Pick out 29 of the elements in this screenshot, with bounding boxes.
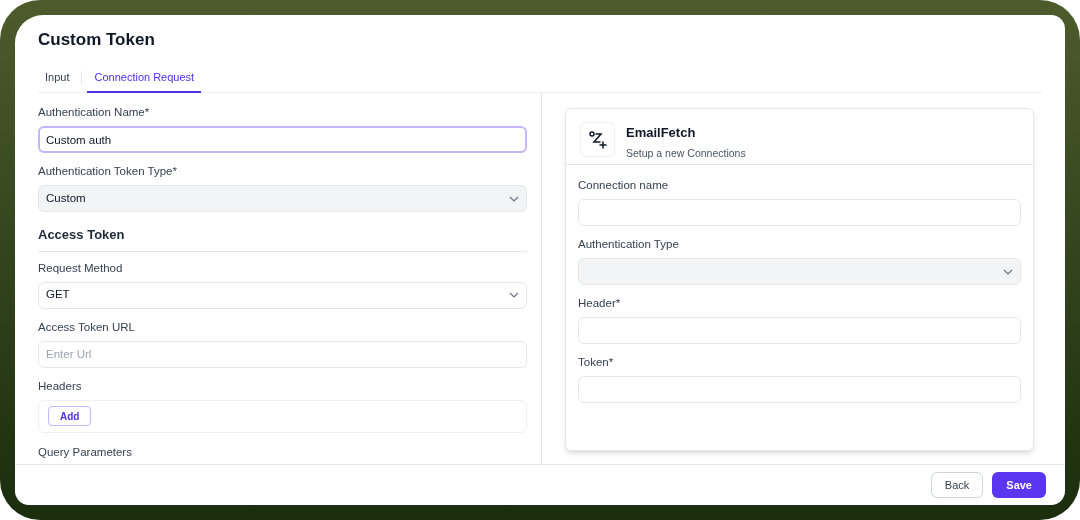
section-heading: Access Token [38, 226, 126, 244]
add-button[interactable]: Add [48, 406, 92, 426]
chevron-down-icon [509, 195, 519, 202]
card-subtitle: Setup a new Connections [626, 146, 746, 160]
field-label: Query Parameters [38, 444, 133, 459]
card-title: EmailFetch [626, 124, 697, 142]
field-label: Authentication Name* [38, 105, 151, 119]
text-field[interactable]: Enter Url [38, 340, 527, 368]
chevron-down-icon [1003, 268, 1013, 275]
field-label: Headers [38, 378, 83, 393]
text-field[interactable]: Custom auth [38, 126, 527, 153]
back-button[interactable]: Back [930, 472, 984, 498]
tab[interactable]: Input [38, 64, 77, 93]
field-label: Header* [578, 296, 622, 310]
dialog-title: Custom Token [38, 29, 156, 51]
field-label: Request Method [38, 260, 124, 275]
field-label: Token* [578, 355, 615, 369]
field-label: Connection name [578, 178, 670, 192]
route-icon [580, 122, 615, 157]
text-field[interactable] [578, 376, 1021, 403]
field-label: Access Token URL [38, 319, 136, 334]
chevron-down-icon [509, 292, 519, 298]
tab[interactable]: Connection Request [87, 64, 202, 93]
field-label: Authentication Type [578, 237, 680, 251]
text-field[interactable] [578, 199, 1021, 226]
save-button[interactable]: Save [992, 472, 1046, 498]
text-field[interactable] [578, 317, 1021, 344]
select-field[interactable]: GET [38, 281, 527, 309]
field-label: Authentication Token Type* [38, 164, 178, 178]
